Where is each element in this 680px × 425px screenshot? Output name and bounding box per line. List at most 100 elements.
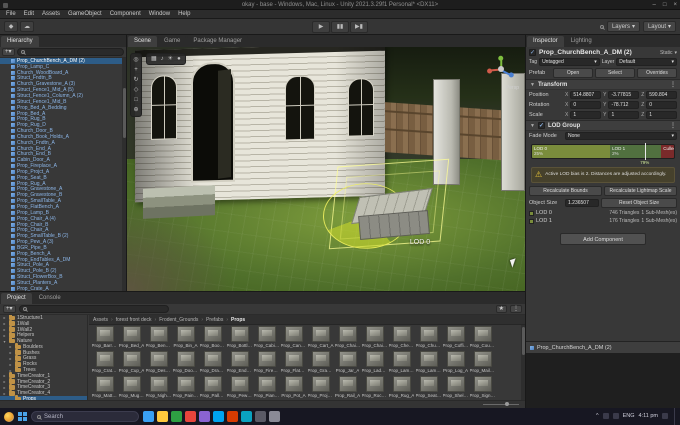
asset-item[interactable]: Prop_Rug_A [388, 376, 415, 400]
asset-item[interactable]: Prop_Candle_A [280, 326, 307, 351]
thumbnail-zoom-slider[interactable] [483, 402, 519, 406]
scrollbar-thumb[interactable] [521, 327, 525, 355]
asset-item[interactable]: Prop_Fireplace_A [253, 351, 280, 376]
asset-item[interactable]: Prop_Desk_A [145, 351, 172, 376]
minimize-button[interactable]: – [653, 2, 656, 8]
transform-field[interactable]: 590.804 [646, 91, 677, 99]
tab-hierarchy[interactable]: Hierarchy [1, 36, 39, 47]
folder-arrow-icon[interactable]: ▸ [2, 321, 7, 326]
folder-arrow-icon[interactable]: ▸ [2, 391, 7, 396]
foldout-icon[interactable]: ▼ [530, 123, 535, 129]
asset-item[interactable]: Prop_Bench_A [145, 326, 172, 351]
asset-item[interactable]: Prop_Rail_A [334, 376, 361, 400]
tray-chevron-icon[interactable]: ^ [596, 413, 599, 419]
toolbar-icon-button[interactable]: ☁ [20, 21, 34, 32]
scene-view-option-icon[interactable]: ☀ [168, 55, 173, 63]
asset-item[interactable]: Prop_Lamp_B [415, 351, 442, 376]
folder-arrow-icon[interactable]: ▸ [2, 315, 7, 320]
scene-view-option-icon[interactable]: ● [177, 55, 181, 63]
perspective-label[interactable]: Persp [506, 85, 519, 91]
tab-inspector[interactable]: Inspector [527, 36, 564, 47]
asset-item[interactable]: Prop_Mug_A [118, 376, 145, 400]
active-checkbox[interactable]: ✓ [529, 49, 536, 56]
asset-item[interactable]: Prop_Pew_A [226, 376, 253, 400]
tab-game[interactable]: Game [158, 36, 187, 47]
scene-tool-icon[interactable]: ◇ [134, 86, 139, 94]
reset-object-size-button[interactable]: Reset Object Size [601, 198, 677, 208]
asset-item[interactable]: Prop_Pot_A [280, 376, 307, 400]
project-search-input[interactable] [18, 305, 169, 313]
taskbar-app-icon[interactable] [241, 411, 252, 422]
asset-item[interactable]: Prop_Rock_A [361, 376, 388, 400]
asset-item[interactable]: Prop_Chair_A [334, 326, 361, 351]
breadcrumb-item-props[interactable]: Props [231, 317, 245, 323]
taskbar-app-icon[interactable] [185, 411, 196, 422]
asset-item[interactable]: Prop_Projct_A [307, 376, 334, 400]
transform-component-header[interactable]: ▼ Transform ⋮ [526, 79, 680, 90]
kebab-menu-icon[interactable]: ⋮ [670, 122, 676, 129]
lod-playhead[interactable] [644, 143, 646, 160]
preview-header[interactable]: Prop_ChurchBench_A_DM (2) [526, 341, 680, 353]
asset-item[interactable]: Prop_Log_A [442, 351, 469, 376]
orientation-gizmo[interactable] [487, 55, 515, 83]
scene-tool-icon[interactable]: ◎ [133, 56, 138, 64]
add-component-button[interactable]: Add Component [560, 233, 646, 245]
scene-tool-icon[interactable]: + [134, 66, 138, 74]
breadcrumb-item-prefabs[interactable]: Prefabs [206, 317, 223, 323]
network-icon[interactable] [602, 413, 609, 420]
asset-item[interactable]: Prop_Nightstand_A [145, 376, 172, 400]
menu-item-assets[interactable]: Assets [38, 11, 64, 17]
prefab-open-button[interactable]: Open [553, 68, 593, 78]
taskbar-app-icon[interactable] [157, 411, 168, 422]
folder-arrow-icon[interactable]: ▸ [2, 385, 7, 390]
transform-field[interactable]: -78.712 [608, 101, 640, 109]
asset-grid-scrollbar[interactable] [521, 325, 525, 400]
transform-field[interactable]: 514.8807 [570, 91, 602, 99]
folder-arrow-icon[interactable]: ▸ [2, 379, 7, 384]
taskbar-search[interactable]: Search [31, 411, 139, 422]
taskbar-app-icon[interactable] [199, 411, 210, 422]
folder-arrow-icon[interactable]: ▾ [2, 339, 7, 344]
close-button[interactable]: × [673, 2, 677, 8]
asset-item[interactable]: Prop_Bottle_A [226, 326, 253, 351]
asset-item[interactable]: Prop_Painting_A [172, 376, 199, 400]
asset-item[interactable]: Prop_Cup_A [118, 351, 145, 376]
prefab-select-button[interactable]: Select [595, 68, 635, 78]
transform-field[interactable]: 1 [646, 111, 677, 119]
taskbar-app-icon[interactable] [143, 411, 154, 422]
lod-threshold-bar[interactable]: LOD 025%LOD 12%Culled [531, 144, 675, 159]
scene-view-option-icon[interactable]: ▦ [151, 55, 157, 63]
asset-item[interactable]: Prop_Chest_A [388, 326, 415, 351]
gizmo-center[interactable] [498, 66, 504, 72]
layer-dropdown[interactable]: Default ▾ [616, 58, 678, 66]
lod-segment-lod-0[interactable]: LOD 0 25% [532, 145, 611, 158]
notification-icon[interactable] [662, 413, 668, 420]
menu-item-component[interactable]: Component [106, 11, 145, 17]
asset-item[interactable]: Prop_Mattress_A [91, 376, 118, 400]
asset-item[interactable]: Prop_Cabinet_A [253, 326, 280, 351]
volume-icon[interactable] [612, 413, 619, 420]
asset-item[interactable]: Prop_Book_A [199, 326, 226, 351]
asset-item[interactable]: Prop_ChurchBench_A [415, 326, 442, 351]
scene-tool-icon[interactable]: □ [134, 96, 138, 104]
asset-item[interactable]: Prop_EndTables_A [226, 351, 253, 376]
scene-tool-icon[interactable]: ↻ [133, 76, 138, 84]
kebab-menu-icon[interactable]: ⋮ [670, 81, 676, 88]
start-button[interactable] [18, 412, 27, 421]
asset-item[interactable]: Prop_Bin_A [172, 326, 199, 351]
taskbar-app-icon[interactable] [227, 411, 238, 422]
taskbar-app-icon[interactable] [255, 411, 266, 422]
taskbar-app-icon[interactable] [269, 411, 280, 422]
tab-package-manager[interactable]: Package Manager [187, 36, 249, 47]
component-enabled-checkbox[interactable]: ✓ [537, 122, 545, 129]
asset-item[interactable]: Prop_Chair_B [361, 326, 388, 351]
asset-item[interactable]: Prop_Seat_A [415, 376, 442, 400]
taskbar-app-icon[interactable] [213, 411, 224, 422]
folder-arrow-icon[interactable]: ▸ [2, 333, 7, 338]
project-options-button[interactable]: ⋮ [510, 305, 522, 313]
tab-console[interactable]: Console [32, 293, 67, 304]
play-button[interactable]: ▶ [312, 20, 330, 33]
folder-arrow-icon[interactable]: ▸ [2, 327, 7, 332]
menu-item-file[interactable]: File [2, 11, 20, 17]
menu-item-edit[interactable]: Edit [20, 11, 38, 17]
